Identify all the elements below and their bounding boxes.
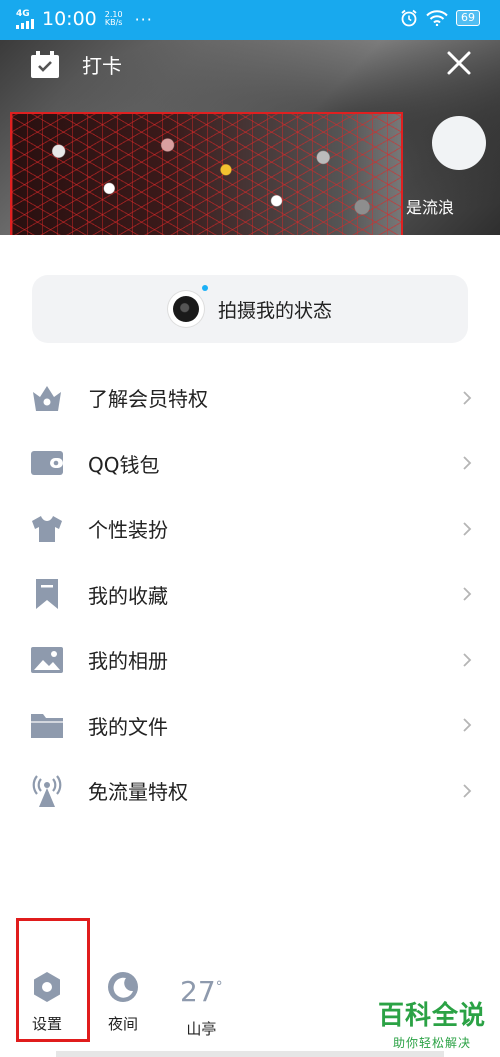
new-indicator-dot <box>201 285 208 291</box>
chevron-right-icon <box>463 653 472 667</box>
capture-status-button[interactable]: 拍摄我的状态 <box>32 275 468 343</box>
menu-item-label: QQ钱包 <box>88 452 160 477</box>
wallet-icon <box>30 446 64 480</box>
status-bar: 4G 10:00 2.10 KB/s ··· 69 <box>0 0 500 40</box>
calendar-check-icon <box>31 50 59 78</box>
wifi-icon <box>426 10 448 26</box>
settings-gear-icon <box>30 970 64 1004</box>
battery-indicator: 69 <box>456 10 480 26</box>
menu-item-album[interactable]: 我的相册 <box>0 627 500 693</box>
status-right: 69 <box>400 9 480 27</box>
checkin-label: 打卡 <box>82 54 122 78</box>
menu-item-free-data[interactable]: 免流量特权 <box>0 758 500 824</box>
settings-button[interactable]: 设置 <box>30 970 64 1034</box>
network-type: 4G <box>16 8 30 19</box>
settings-label: 设置 <box>31 1015 62 1033</box>
night-mode-label: 夜间 <box>107 1015 138 1033</box>
menu-item-vip[interactable]: 了解会员特权 <box>0 365 500 431</box>
location-label: 山亭 <box>186 1020 217 1038</box>
menu-item-label: 我的文件 <box>88 714 168 739</box>
menu-item-label: 个性装扮 <box>88 518 168 543</box>
tshirt-icon <box>30 512 64 546</box>
profile-header: 打卡 是流浪 <box>0 40 500 235</box>
temperature-number: 27 <box>180 975 216 1008</box>
bottom-divider <box>56 1051 444 1057</box>
signature-text[interactable]: 是流浪 <box>406 194 454 218</box>
clock: 10:00 <box>42 8 97 30</box>
night-mode-button[interactable]: 夜间 <box>106 970 140 1034</box>
redacted-profile-info <box>10 112 403 235</box>
broadcast-tower-icon <box>30 774 64 808</box>
camera-icon <box>167 285 208 327</box>
menu-item-wallet[interactable]: QQ钱包 <box>0 431 500 497</box>
watermark-title: 百科全说 <box>377 1001 486 1031</box>
menu-item-favorites[interactable]: 我的收藏 <box>0 562 500 628</box>
weather-widget[interactable]: 27° 山亭 <box>180 970 223 1039</box>
chevron-right-icon <box>463 718 472 732</box>
watermark-subtitle: 助你轻松解决 <box>392 1036 471 1050</box>
menu-item-label: 免流量特权 <box>88 780 188 805</box>
checkin-button[interactable]: 打卡 <box>30 50 122 79</box>
temperature-value: 27° <box>180 970 223 1009</box>
chevron-right-icon <box>463 391 472 405</box>
more-notifications-icon: ··· <box>134 9 153 29</box>
chevron-right-icon <box>463 784 472 798</box>
chevron-right-icon <box>463 522 472 536</box>
drawer-menu: 了解会员特权 QQ钱包 个性装扮 我的收藏 我的相册 我的文件 免流量特权 <box>0 365 500 824</box>
close-icon[interactable] <box>444 48 474 78</box>
menu-item-label: 我的相册 <box>88 649 168 674</box>
capture-status-label: 拍摄我的状态 <box>217 299 332 322</box>
watermark-logo: 百科全说 助你轻松解决 <box>378 995 486 1051</box>
chevron-right-icon <box>463 587 472 601</box>
chevron-right-icon <box>463 456 472 470</box>
folder-icon <box>30 708 64 742</box>
network-speed: 2.10 KB/s <box>105 11 123 27</box>
menu-item-label: 我的收藏 <box>88 583 168 608</box>
moon-icon <box>106 970 140 1004</box>
avatar[interactable] <box>432 116 486 170</box>
vip-crown-icon <box>30 381 64 415</box>
menu-item-files[interactable]: 我的文件 <box>0 693 500 759</box>
temperature-unit: ° <box>215 979 223 995</box>
menu-item-label: 了解会员特权 <box>88 387 208 412</box>
menu-item-theme[interactable]: 个性装扮 <box>0 496 500 562</box>
alarm-icon <box>401 9 417 27</box>
status-left: 4G 10:00 2.10 KB/s ··· <box>16 8 153 30</box>
speed-unit: KB/s <box>104 18 123 27</box>
bookmark-icon <box>30 577 64 611</box>
signal-icon: 4G <box>16 8 34 29</box>
photo-icon <box>30 643 64 677</box>
